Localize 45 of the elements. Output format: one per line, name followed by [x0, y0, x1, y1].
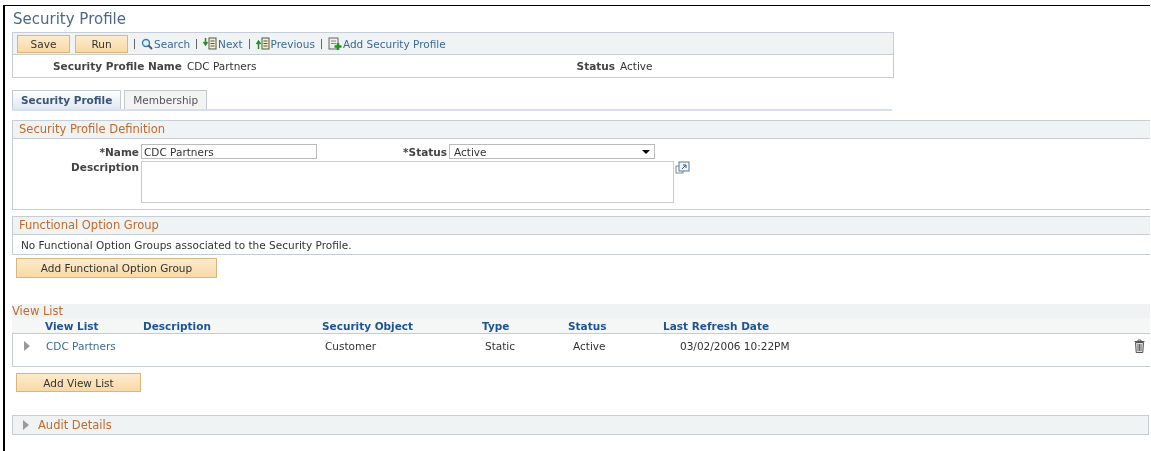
- column-header: Status: [568, 319, 608, 332]
- table-cell-text: 03/02/2006 10:22PM: [679, 340, 791, 352]
- profile-name-label: Security Profile Name: [53, 60, 182, 72]
- expand-triangle-icon[interactable]: [23, 341, 31, 351]
- up-arrow-list-icon: [255, 37, 270, 50]
- column-header: Last Refresh Date: [663, 319, 771, 332]
- name-label: *Name: [98, 145, 140, 158]
- section-header: View List: [12, 304, 1150, 318]
- tab[interactable]: Security Profile: [12, 90, 122, 109]
- empty-message: No Functional Option Groups associated to the Security Profile.: [20, 238, 353, 253]
- toolbar-button[interactable]: Run: [75, 34, 128, 53]
- add-document-icon: [327, 36, 342, 51]
- tab[interactable]: Membership: [124, 90, 208, 109]
- expand-icon[interactable]: [675, 161, 690, 174]
- description-field[interactable]: [141, 161, 674, 203]
- toolbar-link[interactable]: Next: [203, 37, 243, 50]
- add-functional-option-group-button[interactable]: Add Functional Option Group: [16, 258, 217, 278]
- section-header: Security Profile Definition: [13, 121, 1150, 139]
- search-icon: [141, 37, 153, 50]
- toolbar-link[interactable]: Previous: [255, 37, 315, 50]
- expand-triangle-icon[interactable]: [22, 420, 30, 430]
- column-header: Security Object: [322, 319, 415, 332]
- add-view-list-button[interactable]: Add View List: [16, 373, 141, 392]
- section-header: Functional Option Group: [13, 217, 1150, 235]
- profile-name-value: CDC Partners: [186, 60, 257, 72]
- toolbar-link[interactable]: Search: [141, 37, 191, 50]
- audit-details-header[interactable]: Audit Details: [12, 415, 1149, 435]
- trash-icon[interactable]: [1134, 339, 1145, 353]
- status-value: Active: [620, 60, 653, 72]
- table-cell-text: Active: [572, 340, 607, 352]
- view-list-link[interactable]: CDC Partners: [13, 340, 144, 352]
- down-arrow-list-icon: [203, 37, 218, 50]
- table-cell-text: Customer: [324, 340, 377, 352]
- toolbar-button[interactable]: Save: [17, 34, 70, 53]
- name-field[interactable]: CDC Partners: [141, 144, 317, 159]
- column-header: View List: [44, 319, 100, 332]
- description-label: Description: [70, 161, 140, 173]
- status-label: Status: [576, 60, 615, 72]
- page-title: Security Profile: [13, 10, 127, 30]
- toolbar-link[interactable]: Add Security Profile: [327, 36, 446, 51]
- status-label: *Status: [402, 145, 448, 158]
- column-header: Description: [143, 319, 212, 332]
- table-cell-text: Static: [484, 340, 517, 352]
- column-header: Type: [482, 319, 511, 332]
- status-dropdown[interactable]: Active: [449, 144, 655, 159]
